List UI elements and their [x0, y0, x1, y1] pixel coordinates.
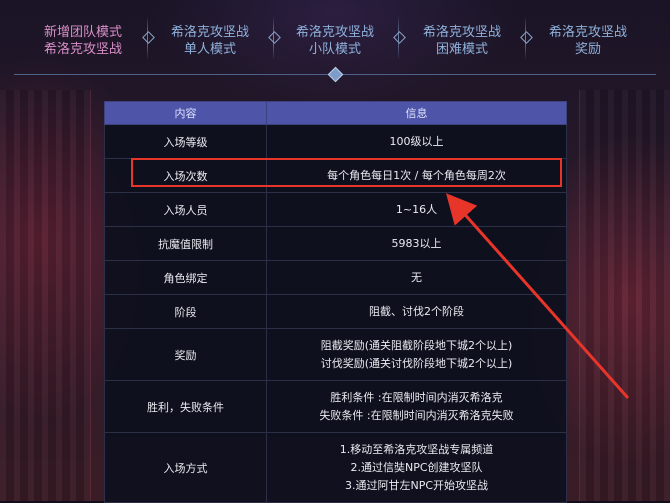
- annotation-arrow: [446, 193, 630, 399]
- arrow-icon: [446, 193, 630, 399]
